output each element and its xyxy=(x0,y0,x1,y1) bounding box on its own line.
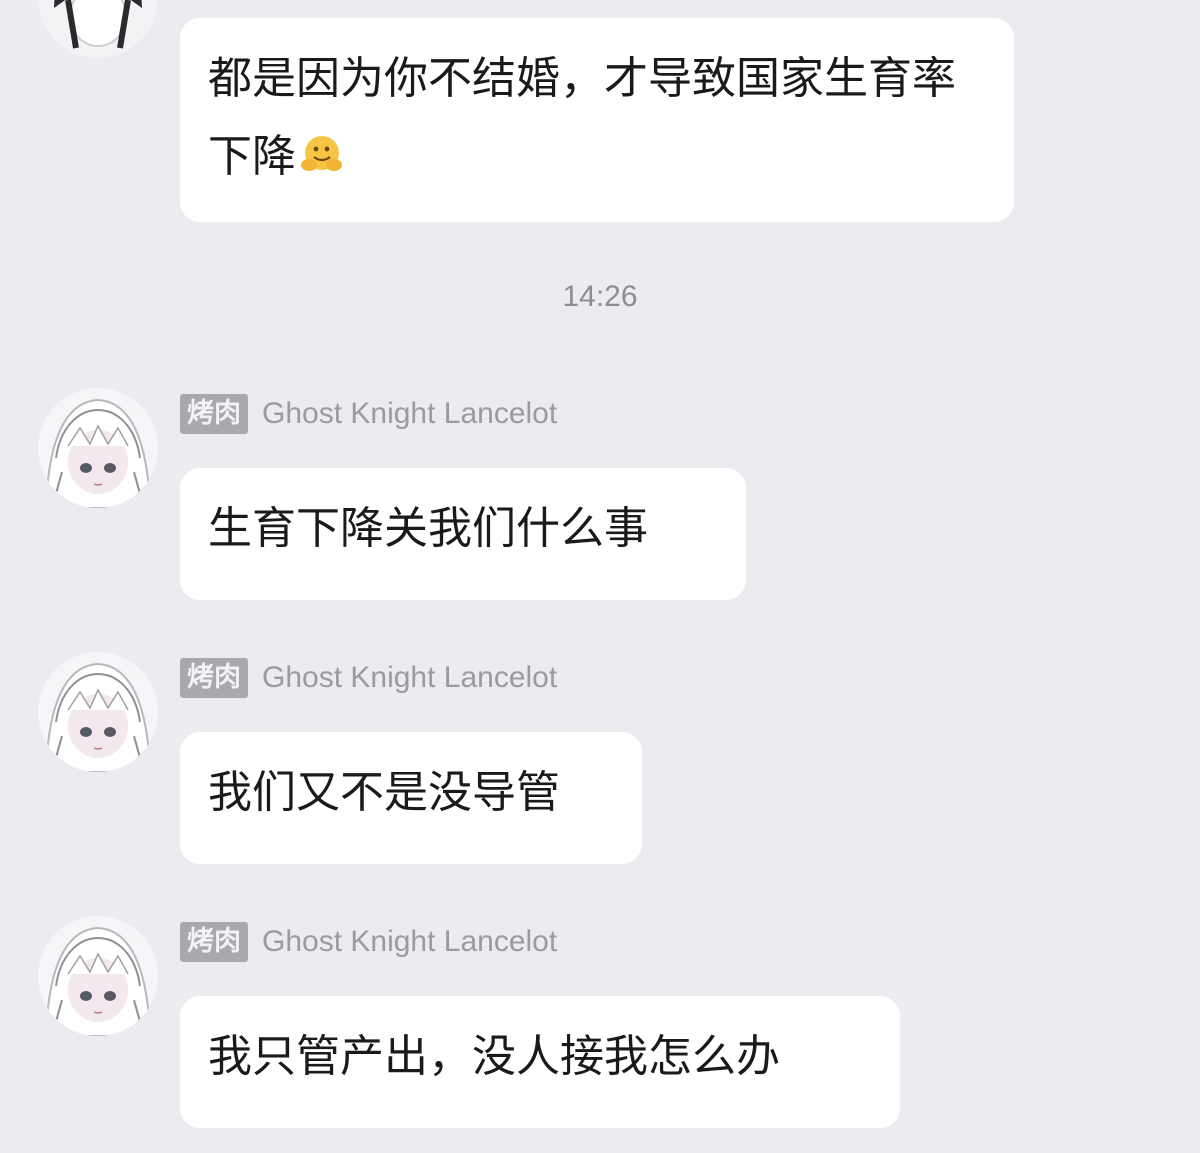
anime-girl-avatar xyxy=(38,652,158,772)
avatar[interactable] xyxy=(38,916,158,1036)
avatar[interactable] xyxy=(38,388,158,508)
avatar-illustration xyxy=(38,0,158,58)
sender-line: 烤肉 Ghost Knight Lancelot xyxy=(180,656,557,700)
sender-name[interactable]: Ghost Knight Lancelot xyxy=(262,397,557,431)
chat-area: 都是因为你不结婚，才导致国家生育率下降 14:26 烤肉 Ghost Knigh… xyxy=(0,0,1200,1153)
sender-tag: 烤肉 xyxy=(180,394,248,434)
sender-line: 烤肉 Ghost Knight Lancelot xyxy=(180,392,557,436)
avatar[interactable] xyxy=(38,652,158,772)
hugging-face-emoji-icon xyxy=(298,124,344,171)
sender-name[interactable]: Ghost Knight Lancelot xyxy=(262,925,557,959)
sender-name[interactable]: Ghost Knight Lancelot xyxy=(262,661,557,695)
message-bubble[interactable]: 都是因为你不结婚，才导致国家生育率下降 xyxy=(180,18,1014,222)
anime-girl-avatar xyxy=(38,388,158,508)
timestamp: 14:26 xyxy=(562,280,638,313)
sender-line: 烤肉 Ghost Knight Lancelot xyxy=(180,920,557,964)
message-bubble[interactable]: 我们又不是没导管 xyxy=(180,732,642,864)
anime-girl-avatar xyxy=(38,916,158,1036)
message-bubble[interactable]: 我只管产出，没人接我怎么办 xyxy=(180,996,900,1128)
message-text: 生育下降关我们什么事 xyxy=(208,503,648,554)
message-bubble[interactable]: 生育下降关我们什么事 xyxy=(180,468,746,600)
message-text: 我们又不是没导管 xyxy=(208,767,560,818)
message-text: 我只管产出，没人接我怎么办 xyxy=(208,1031,780,1082)
sender-tag: 烤肉 xyxy=(180,658,248,698)
sender-tag: 烤肉 xyxy=(180,922,248,962)
avatar[interactable] xyxy=(38,0,158,58)
